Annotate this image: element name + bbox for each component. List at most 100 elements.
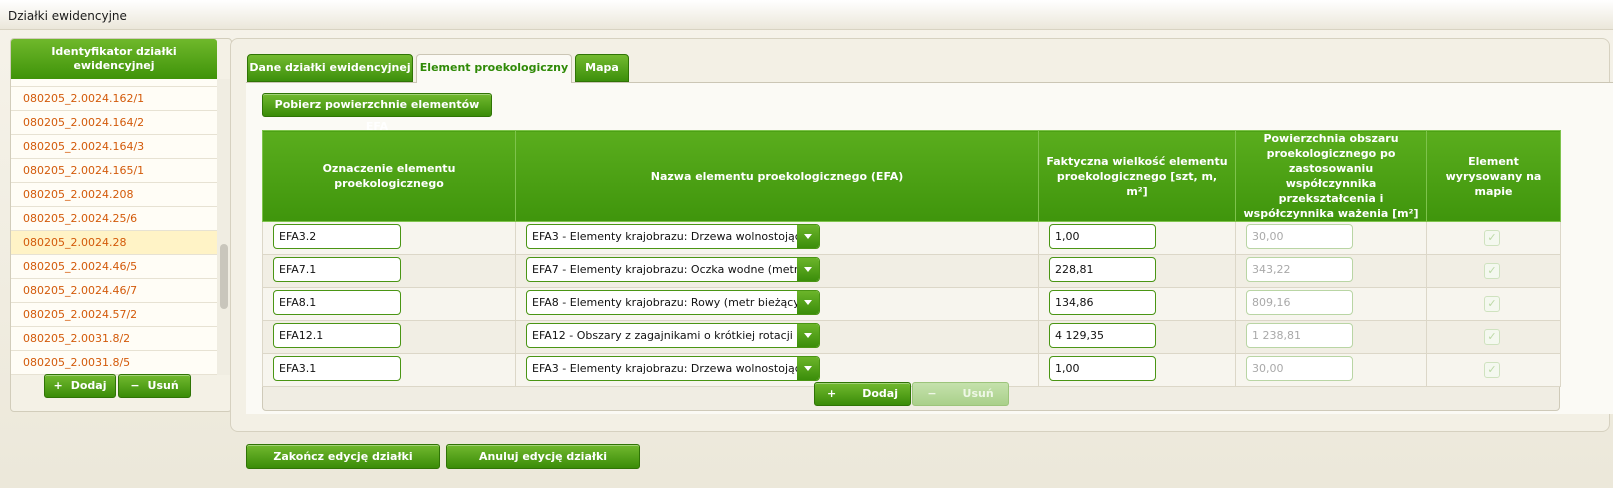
weighted-area-field: 30,00	[1246, 356, 1353, 381]
list-item-partial	[11, 79, 217, 87]
efa-name-select[interactable]: EFA3 - Elementy krajobrazu: Drzewa wolno…	[526, 356, 820, 381]
drawn-cell: ✓	[1426, 254, 1561, 288]
efa-name-select[interactable]: EFA8 - Elementy krajobrazu: Rowy (metr b…	[526, 290, 820, 315]
weighted-area-field: 343,22	[1246, 257, 1353, 282]
tab-parcel-data[interactable]: Dane działki ewidencyjnej	[247, 54, 413, 82]
add-parcel-label: Dodaj	[70, 379, 107, 392]
remove-efa-label: Usuń	[962, 387, 994, 400]
tab-eco-element[interactable]: Element proekologiczny	[416, 54, 572, 83]
list-item[interactable]: 080205_2.0024.162/1	[11, 87, 217, 111]
code-input[interactable]: EFA7.1	[273, 257, 401, 282]
efa-name-value: EFA3 - Elementy krajobrazu: Drzewa wolno…	[532, 362, 797, 375]
chevron-down-icon[interactable]	[797, 291, 819, 314]
code-cell: EFA3.2	[262, 221, 516, 255]
list-item[interactable]: 080205_2.0024.208	[11, 183, 217, 207]
drawn-cell: ✓	[1426, 221, 1561, 255]
actual-size-input[interactable]: 228,81	[1049, 257, 1156, 282]
weighted-area-field: 1 238,81	[1246, 323, 1353, 348]
name-cell: EFA3 - Elementy krajobrazu: Drzewa wolno…	[515, 221, 1039, 255]
table-row: EFA3.1 EFA3 - Elementy krajobrazu: Drzewa…	[262, 353, 1561, 387]
list-item[interactable]: 080205_2.0024.164/2	[11, 111, 217, 135]
remove-parcel-button[interactable]: − Usuń	[118, 374, 191, 398]
remove-efa-row-button[interactable]: − Usuń	[912, 382, 1009, 406]
list-item[interactable]: 080205_2.0031.8/2	[11, 327, 217, 351]
weighted-area-field: 809,16	[1246, 290, 1353, 315]
list-item[interactable]: 080205_2.0024.46/5	[11, 255, 217, 279]
minus-icon: −	[130, 379, 140, 392]
actual-size-cell: 134,86	[1038, 287, 1236, 321]
minus-icon: −	[927, 387, 937, 400]
code-input[interactable]: EFA3.1	[273, 356, 401, 381]
name-cell: EFA12 - Obszary z zagajnikami o krótkiej…	[515, 320, 1039, 354]
parcel-list-scrollbar[interactable]	[217, 79, 231, 375]
actual-size-input[interactable]: 1,00	[1049, 356, 1156, 381]
name-cell: EFA8 - Elementy krajobrazu: Rowy (metr b…	[515, 287, 1039, 321]
column-header-actual-size: Faktyczna wielkość elementu proekologicz…	[1038, 130, 1236, 222]
actual-size-cell: 1,00	[1038, 221, 1236, 255]
code-cell: EFA8.1	[262, 287, 516, 321]
list-item[interactable]: 080205_2.0024.164/3	[11, 135, 217, 159]
weighted-area-cell: 809,16	[1235, 287, 1427, 321]
efa-name-select[interactable]: EFA7 - Elementy krajobrazu: Oczka wodne …	[526, 257, 820, 282]
list-item[interactable]: 080205_2.0031.8/5	[11, 351, 217, 375]
window-title: Działki ewidencyjne	[0, 0, 1613, 30]
efa-name-value: EFA7 - Elementy krajobrazu: Oczka wodne …	[532, 263, 797, 276]
weighted-area-cell: 343,22	[1235, 254, 1427, 288]
code-cell: EFA3.1	[262, 353, 516, 387]
code-input[interactable]: EFA12.1	[273, 323, 401, 348]
weighted-area-field: 30,00	[1246, 224, 1353, 249]
actual-size-input[interactable]: 1,00	[1049, 224, 1156, 249]
drawn-on-map-checkbox: ✓	[1484, 362, 1500, 378]
actual-size-input[interactable]: 134,86	[1049, 290, 1156, 315]
chevron-down-icon[interactable]	[797, 357, 819, 380]
chevron-down-icon[interactable]	[797, 225, 819, 248]
drawn-cell: ✓	[1426, 287, 1561, 321]
fetch-efa-areas-button[interactable]: Pobierz powierzchnie elementów EFA	[262, 93, 492, 133]
efa-name-value: EFA8 - Elementy krajobrazu: Rowy (metr b…	[532, 296, 797, 309]
drawn-cell: ✓	[1426, 320, 1561, 354]
column-header-name: Nazwa elementu proekologicznego (EFA)	[515, 130, 1039, 222]
list-item[interactable]: 080205_2.0024.57/2	[11, 303, 217, 327]
tab-map[interactable]: Mapa	[575, 54, 629, 82]
parcel-list-header: Identyfikator działki ewidencyjnej	[11, 39, 217, 79]
chevron-down-icon[interactable]	[797, 324, 819, 347]
finish-edit-button[interactable]: Zakończ edycję działki	[246, 444, 440, 469]
column-header-weighted-area: Powierzchnia obszaru proekologicznego po…	[1235, 130, 1427, 222]
actual-size-cell: 1,00	[1038, 353, 1236, 387]
scrollbar-thumb[interactable]	[220, 244, 228, 309]
actual-size-input[interactable]: 4 129,35	[1049, 323, 1156, 348]
code-input[interactable]: EFA3.2	[273, 224, 401, 249]
weighted-area-cell: 30,00	[1235, 221, 1427, 255]
parcel-list[interactable]: 080205_2.0024.162/1 080205_2.0024.164/2 08…	[11, 79, 217, 375]
list-item[interactable]: 080205_2.0024.25/6	[11, 207, 217, 231]
weighted-area-cell: 30,00	[1235, 353, 1427, 387]
efa-name-select[interactable]: EFA3 - Elementy krajobrazu: Drzewa wolno…	[526, 224, 820, 249]
add-parcel-button[interactable]: + Dodaj	[44, 374, 116, 398]
parcel-list-panel: Identyfikator działki ewidencyjnej 08020…	[10, 38, 232, 412]
cancel-edit-button[interactable]: Anuluj edycję działki	[446, 444, 640, 469]
actual-size-cell: 4 129,35	[1038, 320, 1236, 354]
list-item[interactable]: 080205_2.0024.165/1	[11, 159, 217, 183]
table-row: EFA3.2 EFA3 - Elementy krajobrazu: Drzewa…	[262, 221, 1561, 255]
efa-name-select[interactable]: EFA12 - Obszary z zagajnikami o krótkiej…	[526, 323, 820, 348]
drawn-on-map-checkbox: ✓	[1484, 296, 1500, 312]
list-item[interactable]: 080205_2.0024.28	[11, 231, 217, 255]
drawn-on-map-checkbox: ✓	[1484, 263, 1500, 279]
table-row: EFA8.1 EFA8 - Elementy krajobrazu: Rowy (…	[262, 287, 1561, 321]
plus-icon: +	[827, 387, 837, 400]
chevron-down-icon[interactable]	[797, 258, 819, 281]
add-efa-row-button[interactable]: + Dodaj	[814, 382, 911, 406]
name-cell: EFA7 - Elementy krajobrazu: Oczka wodne …	[515, 254, 1039, 288]
code-cell: EFA12.1	[262, 320, 516, 354]
table-row: EFA7.1 EFA7 - Elementy krajobrazu: Oczka …	[262, 254, 1561, 288]
column-header-drawn-on-map: Element wyrysowany na mapie	[1426, 130, 1561, 222]
list-item[interactable]: 080205_2.0024.46/7	[11, 279, 217, 303]
drawn-cell: ✓	[1426, 353, 1561, 387]
plus-icon: +	[53, 379, 63, 392]
weighted-area-cell: 1 238,81	[1235, 320, 1427, 354]
code-input[interactable]: EFA8.1	[273, 290, 401, 315]
table-row: EFA12.1 EFA12 - Obszary z zagajnikami o k…	[262, 320, 1561, 354]
efa-name-value: EFA12 - Obszary z zagajnikami o krótkiej…	[532, 329, 797, 342]
code-cell: EFA7.1	[262, 254, 516, 288]
remove-parcel-label: Usuń	[147, 379, 179, 392]
